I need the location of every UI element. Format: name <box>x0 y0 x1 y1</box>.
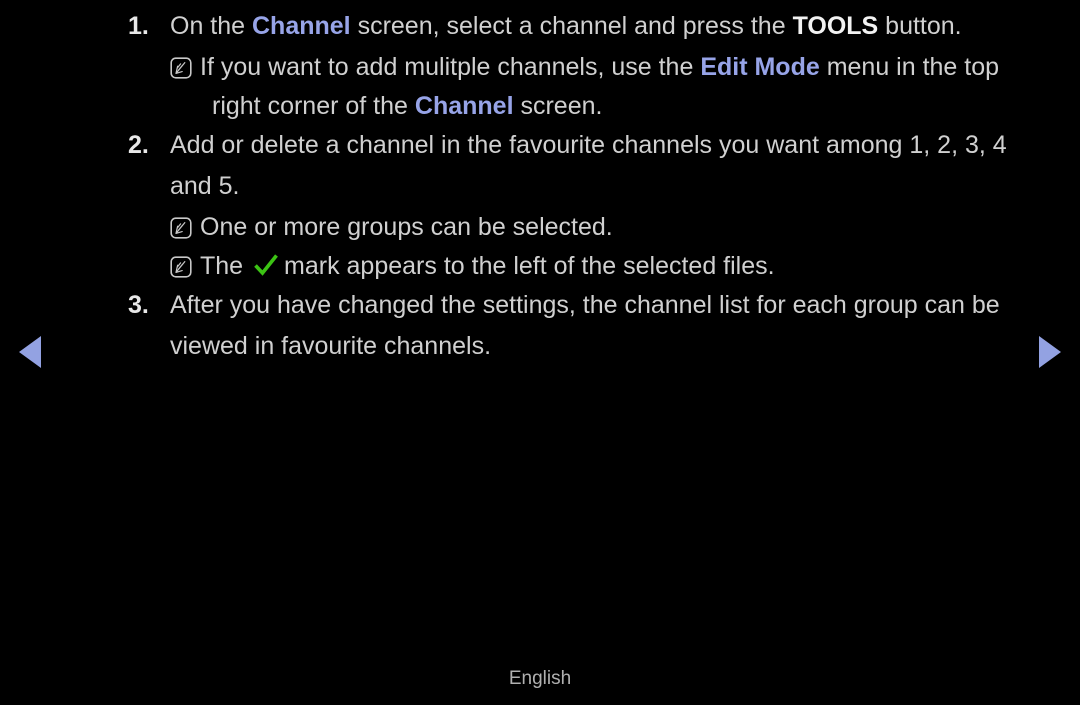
note-3-segment-2: mark appears to the left of the selected… <box>284 252 775 280</box>
step-1-text: On the Channel screen, select a channel … <box>170 8 1040 45</box>
step-2-text: Add or delete a channel in the favourite… <box>170 131 1007 159</box>
help-page: 1. On the Channel screen, select a chann… <box>0 0 1080 705</box>
step-3-text: After you have changed the settings, the… <box>170 291 1000 319</box>
step-2: 2. Add or delete a channel in the favour… <box>128 127 1040 164</box>
step-3-continuation: viewed in favourite channels. <box>170 332 492 360</box>
channel-keyword: Channel <box>252 12 351 40</box>
note-icon <box>170 49 200 86</box>
previous-page-button[interactable] <box>10 330 50 374</box>
step-1-number: 1. <box>128 12 149 40</box>
language-label: English <box>508 668 572 689</box>
edit-mode-keyword: Edit Mode <box>700 53 820 81</box>
chevron-right-icon <box>1039 336 1061 368</box>
note-1-segment-3: right corner of the <box>212 92 415 120</box>
note-1-text: If you want to add mulitple channels, us… <box>200 49 1040 86</box>
note-icon <box>170 248 200 285</box>
step-3-number: 3. <box>128 291 149 319</box>
step-1-segment-1: On the <box>170 12 252 40</box>
note-3-segment-1: The <box>200 252 251 280</box>
note-1: If you want to add mulitple channels, us… <box>128 49 1040 86</box>
help-content: 1. On the Channel screen, select a chann… <box>128 8 1040 369</box>
step-3: 3. After you have changed the settings, … <box>128 287 1040 324</box>
channel-keyword-2: Channel <box>414 92 514 120</box>
check-mark-icon <box>253 253 279 277</box>
note-2-text: One or more groups can be selected. <box>200 213 613 241</box>
step-1: 1. On the Channel screen, select a chann… <box>128 8 1040 45</box>
step-2-number: 2. <box>128 131 149 159</box>
note-2: One or more groups can be selected. <box>128 209 1040 246</box>
note-1-segment-4: screen. <box>513 92 603 120</box>
chevron-left-icon <box>19 336 41 368</box>
note-icon <box>170 209 200 246</box>
note-1-continuation: right corner of the Channel screen. <box>128 88 1040 125</box>
next-page-button[interactable] <box>1030 330 1070 374</box>
note-1-segment-1: If you want to add mulitple channels, us… <box>200 53 701 81</box>
note-3-text: The mark appears to the left of the sele… <box>200 248 1040 285</box>
step-1-segment-3: button. <box>878 12 962 40</box>
note-1-segment-2: menu in the top <box>819 53 1000 81</box>
step-1-segment-2: screen, select a channel and press the <box>350 12 793 40</box>
step-2-continuation: and 5. <box>170 172 240 200</box>
note-3: The mark appears to the left of the sele… <box>128 248 1040 285</box>
tools-keyword: TOOLS <box>792 12 879 40</box>
